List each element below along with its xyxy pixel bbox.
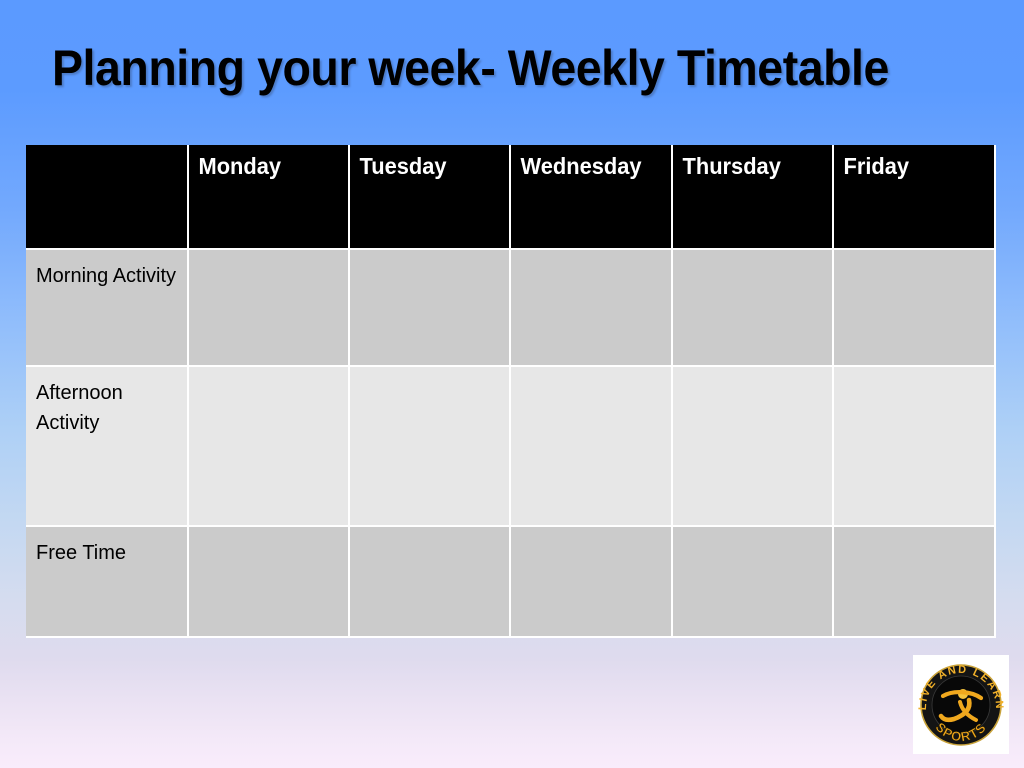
header-cell-friday[interactable]: Friday bbox=[834, 145, 996, 250]
row-label-afternoon-activity: Afternoon Activity bbox=[26, 367, 189, 527]
cell-afternoon-friday[interactable] bbox=[834, 367, 996, 527]
header-cell-wednesday[interactable]: Wednesday bbox=[511, 145, 673, 250]
cell-text bbox=[673, 250, 832, 271]
header-label-corner bbox=[26, 145, 178, 154]
table-row-free-time: Free Time bbox=[26, 527, 996, 638]
row-label-text: Morning Activity bbox=[36, 265, 177, 287]
cell-morning-wednesday[interactable] bbox=[511, 250, 673, 367]
live-and-learn-sports-logo: LIVE AND LEARN SPORTS bbox=[913, 655, 1009, 754]
header-label-friday: Friday bbox=[843, 153, 910, 179]
cell-free-friday[interactable] bbox=[834, 527, 996, 638]
cell-text bbox=[350, 367, 509, 388]
cell-text bbox=[350, 527, 509, 548]
cell-text bbox=[511, 367, 670, 388]
cell-morning-thursday[interactable] bbox=[672, 250, 835, 367]
header-cell-thursday[interactable]: Thursday bbox=[672, 145, 835, 250]
cell-text bbox=[189, 367, 348, 388]
row-label-morning-activity: Morning Activity bbox=[26, 250, 189, 367]
cell-text bbox=[189, 527, 348, 548]
table-row-morning: Morning Activity bbox=[26, 250, 996, 367]
row-label-free-time: Free Time bbox=[26, 527, 189, 638]
cell-text bbox=[511, 527, 670, 548]
cell-text bbox=[673, 527, 832, 548]
header-label-thursday: Thursday bbox=[682, 153, 781, 179]
row-label-text: Afternoon Activity bbox=[36, 382, 123, 434]
cell-text bbox=[511, 250, 670, 271]
cell-afternoon-wednesday[interactable] bbox=[511, 367, 673, 527]
cell-morning-friday[interactable] bbox=[834, 250, 996, 367]
header-label-wednesday: Wednesday bbox=[520, 153, 643, 179]
cell-text bbox=[834, 527, 994, 548]
cell-afternoon-thursday[interactable] bbox=[672, 367, 835, 527]
weekly-timetable: Monday Tuesday Wednesday Thursday Friday bbox=[26, 145, 996, 638]
cell-afternoon-monday[interactable] bbox=[188, 367, 350, 527]
cell-text bbox=[189, 250, 348, 271]
header-label-tuesday: Tuesday bbox=[359, 153, 447, 179]
cell-text bbox=[834, 367, 994, 388]
header-label-monday: Monday bbox=[198, 153, 281, 179]
cell-free-wednesday[interactable] bbox=[511, 527, 673, 638]
cell-free-thursday[interactable] bbox=[672, 527, 835, 638]
header-cell-corner bbox=[26, 145, 189, 250]
header-cell-tuesday[interactable]: Tuesday bbox=[349, 145, 512, 250]
cell-text bbox=[673, 367, 832, 388]
header-cell-monday[interactable]: Monday bbox=[188, 145, 350, 250]
row-label-text: Free Time bbox=[36, 542, 127, 564]
cell-afternoon-tuesday[interactable] bbox=[349, 367, 512, 527]
slide-canvas: Planning your week- Weekly Timetable Mon… bbox=[0, 0, 1024, 768]
cell-text bbox=[834, 250, 994, 271]
cell-morning-tuesday[interactable] bbox=[349, 250, 512, 367]
cell-morning-monday[interactable] bbox=[188, 250, 350, 367]
timetable-header-row: Monday Tuesday Wednesday Thursday Friday bbox=[26, 145, 996, 250]
table-row-afternoon: Afternoon Activity bbox=[26, 367, 996, 527]
cell-text bbox=[350, 250, 509, 271]
page-title: Planning your week- Weekly Timetable bbox=[52, 40, 889, 96]
cell-free-tuesday[interactable] bbox=[349, 527, 512, 638]
cell-free-monday[interactable] bbox=[188, 527, 350, 638]
